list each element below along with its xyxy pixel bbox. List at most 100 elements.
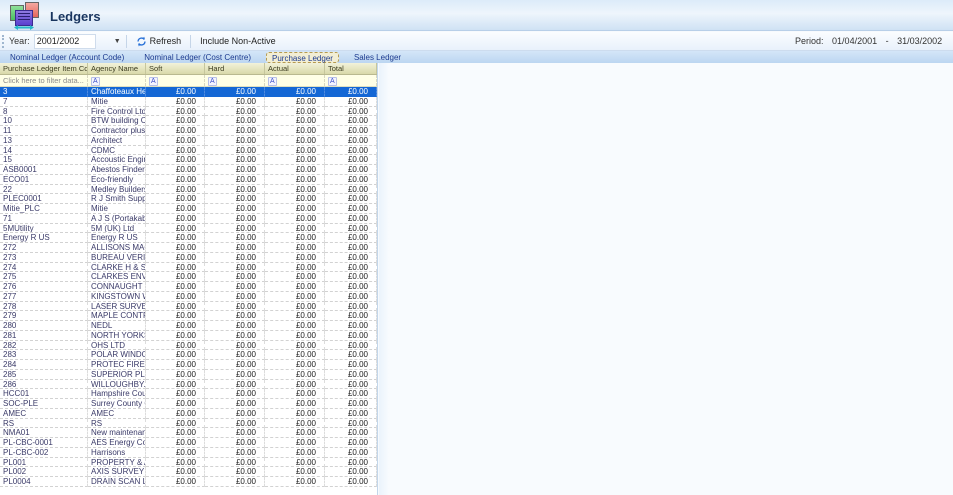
table-row[interactable]: 13 Architect £0.00 £0.00 £0.00 £0.00 <box>0 136 377 146</box>
table-row[interactable]: ASB0001 Abestos Finders £0.00 £0.00 £0.0… <box>0 165 377 175</box>
table-row[interactable]: SOC-PLE Surrey County C... £0.00 £0.00 £… <box>0 399 377 409</box>
table-row[interactable]: 273 BUREAU VERIT... £0.00 £0.00 £0.00 £0… <box>0 253 377 263</box>
filter-cell[interactable]: A <box>265 75 325 86</box>
table-row[interactable]: NMA01 New maintenanc... £0.00 £0.00 £0.0… <box>0 428 377 438</box>
filter-a-icon[interactable]: A <box>268 77 277 86</box>
cell-hard: £0.00 <box>205 253 265 263</box>
column-header-total[interactable]: Total <box>325 63 377 74</box>
column-header-soft[interactable]: Soft <box>146 63 205 74</box>
table-row[interactable]: PL-CBC-0001 AES Energy Co... £0.00 £0.00… <box>0 438 377 448</box>
tab-nominal-ledger-account-code[interactable]: Nominal Ledger (Account Code) <box>0 52 134 63</box>
cell-item-code: PL002 <box>0 467 88 477</box>
table-row[interactable]: AMEC AMEC £0.00 £0.00 £0.00 £0.00 <box>0 409 377 419</box>
table-row[interactable]: HCC01 Hampshire Coun... £0.00 £0.00 £0.0… <box>0 389 377 399</box>
column-header-agency-name[interactable]: Agency Name <box>88 63 146 74</box>
cell-actual: £0.00 <box>265 126 325 136</box>
cell-total: £0.00 <box>325 185 377 195</box>
filter-a-icon[interactable]: A <box>91 77 100 86</box>
cell-agency-name: BUREAU VERIT... <box>88 253 146 263</box>
table-row[interactable]: 14 CDMC £0.00 £0.00 £0.00 £0.00 <box>0 146 377 156</box>
year-dropdown-arrow-icon[interactable]: ▼ <box>114 38 121 45</box>
cell-total: £0.00 <box>325 331 377 341</box>
filter-cell[interactable]: A <box>325 75 377 86</box>
table-row[interactable]: 275 CLARKES ENVI... £0.00 £0.00 £0.00 £0… <box>0 272 377 282</box>
table-row[interactable]: PL002 AXIS SURVEY £0.00 £0.00 £0.00 £0.0… <box>0 467 377 477</box>
table-row[interactable]: 281 NORTH YORKS... £0.00 £0.00 £0.00 £0.… <box>0 331 377 341</box>
table-row[interactable]: 10 BTW building Co £0.00 £0.00 £0.00 £0.… <box>0 116 377 126</box>
cell-hard: £0.00 <box>205 292 265 302</box>
filter-cell[interactable]: A <box>205 75 265 86</box>
column-header-hard[interactable]: Hard <box>205 63 265 74</box>
cell-item-code: 278 <box>0 302 88 312</box>
cell-agency-name: Surrey County C... <box>88 399 146 409</box>
table-row[interactable]: 276 CONNAUGHT P... £0.00 £0.00 £0.00 £0.… <box>0 282 377 292</box>
table-row[interactable]: 280 NEDL £0.00 £0.00 £0.00 £0.00 <box>0 321 377 331</box>
cell-soft: £0.00 <box>146 175 205 185</box>
cell-item-code: ECO01 <box>0 175 88 185</box>
cell-hard: £0.00 <box>205 272 265 282</box>
include-non-active-toggle[interactable]: Include Non-Active <box>196 35 280 47</box>
table-row[interactable]: Mitie_PLC Mitie £0.00 £0.00 £0.00 £0.00 <box>0 204 377 214</box>
table-row[interactable]: 283 POLAR WINDO... £0.00 £0.00 £0.00 £0.… <box>0 350 377 360</box>
cell-actual: £0.00 <box>265 409 325 419</box>
table-row[interactable]: 278 LASER SURVE... £0.00 £0.00 £0.00 £0.… <box>0 302 377 312</box>
filter-prompt-cell[interactable]: Click here to filter data... <box>0 75 88 86</box>
cell-item-code: 13 <box>0 136 88 146</box>
cell-agency-name: PROTEC FIRE... <box>88 360 146 370</box>
tab-nominal-ledger-cost-centre[interactable]: Nominal Ledger (Cost Centre) <box>134 52 261 63</box>
cell-soft: £0.00 <box>146 458 205 468</box>
table-row[interactable]: PLEC0001 R J Smith Suppli... £0.00 £0.00… <box>0 194 377 204</box>
purchase-ledger-grid: Purchase Ledger Item CodeAgency NameSoft… <box>0 63 378 495</box>
filter-cell[interactable]: A <box>146 75 205 86</box>
year-combobox[interactable]: 2001/2002 <box>34 34 96 49</box>
cell-hard: £0.00 <box>205 438 265 448</box>
cell-hard: £0.00 <box>205 233 265 243</box>
cell-total: £0.00 <box>325 399 377 409</box>
table-row[interactable]: 282 OHS LTD £0.00 £0.00 £0.00 £0.00 <box>0 341 377 351</box>
table-row[interactable]: Energy R US Energy R US £0.00 £0.00 £0.0… <box>0 233 377 243</box>
cell-total: £0.00 <box>325 253 377 263</box>
refresh-button[interactable]: Refresh <box>132 35 186 48</box>
table-row[interactable]: 284 PROTEC FIRE... £0.00 £0.00 £0.00 £0.… <box>0 360 377 370</box>
table-row[interactable]: 277 KINGSTOWN W... £0.00 £0.00 £0.00 £0.… <box>0 292 377 302</box>
table-row[interactable]: PL0004 DRAIN SCAN L... £0.00 £0.00 £0.00… <box>0 477 377 487</box>
cell-item-code: 280 <box>0 321 88 331</box>
table-row[interactable]: 8 Fire Control Ltd £0.00 £0.00 £0.00 £0.… <box>0 107 377 117</box>
table-row[interactable]: 7 Mitie £0.00 £0.00 £0.00 £0.00 <box>0 97 377 107</box>
filter-a-icon[interactable]: A <box>149 77 158 86</box>
cell-agency-name: Contractor plus <box>88 126 146 136</box>
cell-actual: £0.00 <box>265 165 325 175</box>
cell-actual: £0.00 <box>265 263 325 273</box>
cell-soft: £0.00 <box>146 350 205 360</box>
table-row[interactable]: PL-CBC-002 Harrisons £0.00 £0.00 £0.00 £… <box>0 448 377 458</box>
cell-item-code: 15 <box>0 155 88 165</box>
table-row[interactable]: 3 Chaffoteaux Hea... £0.00 £0.00 £0.00 £… <box>0 87 377 97</box>
include-non-active-label: Include Non-Active <box>200 36 276 46</box>
cell-agency-name: Mitie <box>88 204 146 214</box>
table-row[interactable]: 71 A J S (Portakabi... £0.00 £0.00 £0.00… <box>0 214 377 224</box>
table-row[interactable]: 11 Contractor plus £0.00 £0.00 £0.00 £0.… <box>0 126 377 136</box>
table-row[interactable]: PL001 PROPERTY & A... £0.00 £0.00 £0.00 … <box>0 458 377 468</box>
table-row[interactable]: 279 MAPLE CONTR... £0.00 £0.00 £0.00 £0.… <box>0 311 377 321</box>
table-row[interactable]: 15 Accoustic Engin... £0.00 £0.00 £0.00 … <box>0 155 377 165</box>
table-row[interactable]: RS RS £0.00 £0.00 £0.00 £0.00 <box>0 419 377 429</box>
filter-cell[interactable]: A <box>88 75 146 86</box>
filter-a-icon[interactable]: A <box>328 77 337 86</box>
cell-hard: £0.00 <box>205 428 265 438</box>
filter-a-icon[interactable]: A <box>208 77 217 86</box>
table-row[interactable]: 285 SUPERIOR PLU... £0.00 £0.00 £0.00 £0… <box>0 370 377 380</box>
table-row[interactable]: 272 ALLISONS MAC... £0.00 £0.00 £0.00 £0… <box>0 243 377 253</box>
table-row[interactable]: ECO01 Eco-friendly £0.00 £0.00 £0.00 £0.… <box>0 175 377 185</box>
table-row[interactable]: 274 CLARKE H & S... £0.00 £0.00 £0.00 £0… <box>0 263 377 273</box>
table-row[interactable]: 5MUtility 5M (UK) Ltd £0.00 £0.00 £0.00 … <box>0 224 377 234</box>
column-header-actual[interactable]: Actual <box>265 63 325 74</box>
table-row[interactable]: 22 Medley Builders £0.00 £0.00 £0.00 £0.… <box>0 185 377 195</box>
cell-agency-name: Eco-friendly <box>88 175 146 185</box>
table-row[interactable]: 286 WILLOUGHBY... £0.00 £0.00 £0.00 £0.0… <box>0 380 377 390</box>
toolbar-grip[interactable] <box>2 35 5 48</box>
tab-purchase-ledger[interactable]: Purchase Ledger <box>266 52 339 63</box>
column-header-purchase-ledger-item-code[interactable]: Purchase Ledger Item Code <box>0 63 88 74</box>
cell-actual: £0.00 <box>265 87 325 97</box>
cell-hard: £0.00 <box>205 97 265 107</box>
tab-sales-ledger[interactable]: Sales Ledger <box>344 52 411 63</box>
